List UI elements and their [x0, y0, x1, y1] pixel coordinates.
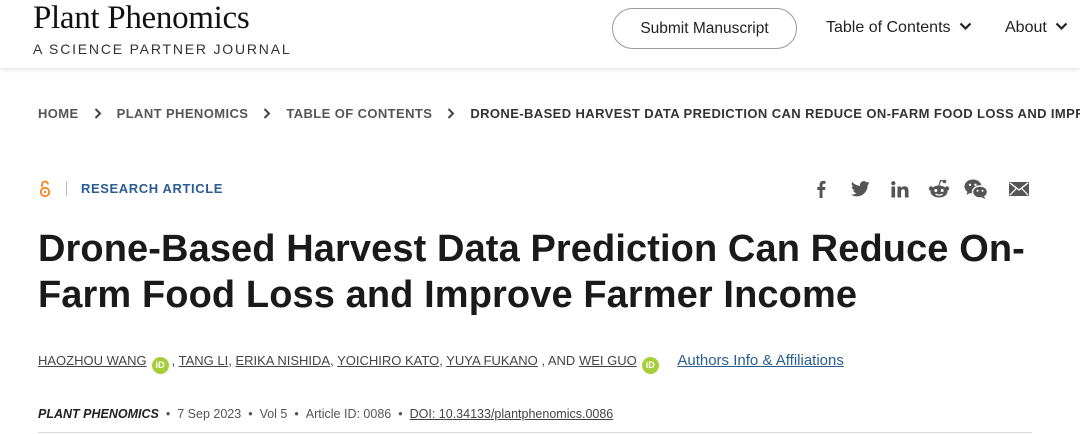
journal-logo[interactable]: Plant Phenomics [33, 0, 250, 36]
publication-info: PLANT PHENOMICS • 7 Sep 2023 • Vol 5 • Article… [38, 406, 613, 422]
orcid-icon[interactable]: iD [151, 357, 169, 374]
author-link[interactable]: HAOZHOU WANG [38, 353, 147, 368]
doi-link[interactable]: DOI: 10.34133/plantphenomics.0086 [410, 407, 614, 421]
nav-about[interactable]: About [1005, 17, 1068, 39]
wechat-icon [964, 179, 988, 199]
nav-toc-label: Table of Contents [826, 19, 951, 36]
facebook-share[interactable] [812, 177, 830, 201]
chevron-down-icon [959, 22, 972, 30]
author-link[interactable]: TANG LI [179, 353, 229, 368]
linkedin-icon [891, 180, 909, 197]
article-type-label: RESEARCH ARTICLE [81, 181, 224, 196]
breadcrumb-current: DRONE-BASED HARVEST DATA PREDICTION CAN … [470, 106, 1080, 121]
author-link[interactable]: ERIKA NISHIDA [235, 353, 330, 368]
author-separator: , [171, 353, 176, 368]
author-separator: , [439, 353, 443, 368]
divider [38, 432, 1032, 433]
divider [66, 181, 67, 196]
article-id: Article ID: 0086 [305, 407, 392, 421]
facebook-icon [817, 180, 826, 198]
chevron-right-icon [448, 108, 455, 119]
orcid-icon[interactable]: iD [641, 357, 659, 374]
breadcrumb-home[interactable]: HOME [38, 106, 79, 121]
author-link[interactable]: YOICHIRO KATO [337, 353, 439, 368]
email-share[interactable] [1008, 177, 1030, 201]
reddit-share[interactable] [927, 177, 951, 201]
separator-dot: • [248, 407, 253, 421]
linkedin-share[interactable] [889, 177, 911, 201]
breadcrumb-toc[interactable]: TABLE OF CONTENTS [286, 106, 432, 121]
author-separator-and: , AND [541, 353, 576, 368]
author-separator: , [228, 353, 232, 368]
site-header: Plant Phenomics A SCIENCE PARTNER JOURNA… [0, 0, 1080, 68]
reddit-icon [928, 179, 950, 198]
author-link[interactable]: YUYA FUKANO [446, 353, 538, 368]
breadcrumb: HOME PLANT PHENOMICS TABLE OF CONTENTS D… [38, 106, 1080, 122]
separator-dot: • [294, 407, 299, 421]
chevron-right-icon [264, 108, 271, 119]
separator-dot: • [165, 407, 171, 421]
chevron-down-icon [1055, 22, 1068, 30]
article-title: Drone-Based Harvest Data Prediction Can … [38, 228, 1025, 316]
twitter-share[interactable] [849, 177, 871, 201]
nav-table-of-contents[interactable]: Table of Contents [826, 17, 972, 39]
twitter-icon [850, 181, 870, 197]
journal-tagline: A SCIENCE PARTNER JOURNAL [33, 41, 292, 57]
wechat-share[interactable] [963, 177, 989, 201]
chevron-right-icon [94, 108, 102, 119]
submit-manuscript-button[interactable]: Submit Manuscript [612, 8, 797, 49]
journal-name[interactable]: PLANT PHENOMICS [38, 407, 159, 421]
open-access-icon [39, 180, 51, 198]
separator-dot: • [398, 407, 403, 421]
author-list: HAOZHOU WANG iD, TANG LI, ERIKA NISHIDA , … [38, 352, 844, 374]
email-icon [1009, 182, 1029, 196]
volume: Vol 5 [259, 407, 288, 421]
breadcrumb-journal[interactable]: PLANT PHENOMICS [117, 106, 249, 121]
nav-about-label: About [1005, 19, 1047, 36]
publication-date: 7 Sep 2023 [177, 407, 242, 421]
authors-info-affiliations-link[interactable]: Authors Info & Affiliations [677, 352, 844, 369]
author-link[interactable]: WEI GUO [579, 353, 637, 368]
author-separator: , [330, 353, 334, 368]
